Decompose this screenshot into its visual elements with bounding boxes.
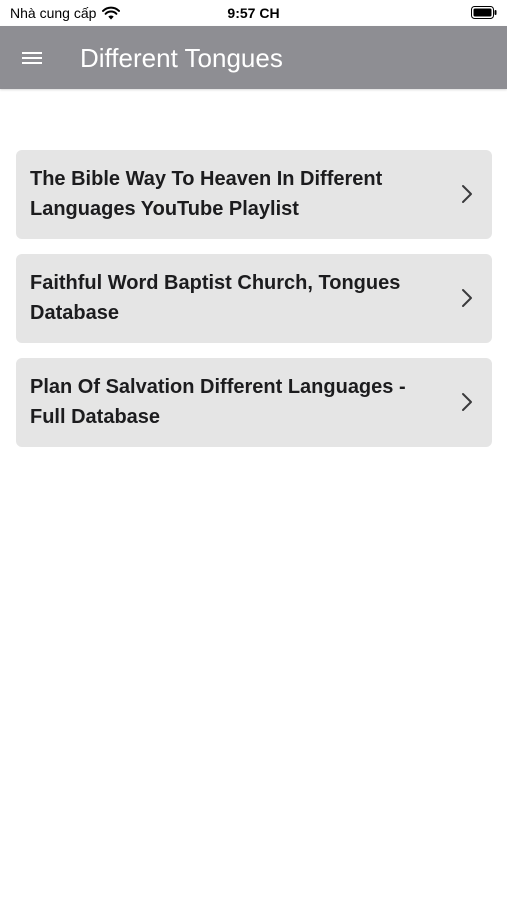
chevron-right-icon: [462, 185, 472, 203]
status-time: 9:57 CH: [227, 5, 280, 21]
chevron-right-icon: [462, 289, 472, 307]
page-title: Different Tongues: [80, 43, 283, 73]
chevron-right-icon: [462, 393, 472, 411]
list-item-plan-of-salvation[interactable]: Plan Of Salvation Different Languages - …: [16, 358, 492, 447]
battery-icon: [471, 6, 497, 19]
list-item-bible-way-playlist[interactable]: The Bible Way To Heaven In Different Lan…: [16, 150, 492, 239]
list-item-tongues-database[interactable]: Faithful Word Baptist Church, Tongues Da…: [16, 254, 492, 343]
status-bar: Nhà cung cấp 9:57 CH: [0, 0, 507, 26]
link-list: The Bible Way To Heaven In Different Lan…: [16, 150, 492, 462]
list-item-label: The Bible Way To Heaven In Different Lan…: [30, 168, 383, 220]
app-bar: Different Tongues: [0, 26, 507, 89]
menu-button[interactable]: [22, 42, 62, 74]
list-item-label: Faithful Word Baptist Church, Tongues Da…: [30, 272, 401, 324]
hamburger-menu-icon: [22, 52, 42, 64]
list-item-label: Plan Of Salvation Different Languages - …: [30, 376, 406, 428]
